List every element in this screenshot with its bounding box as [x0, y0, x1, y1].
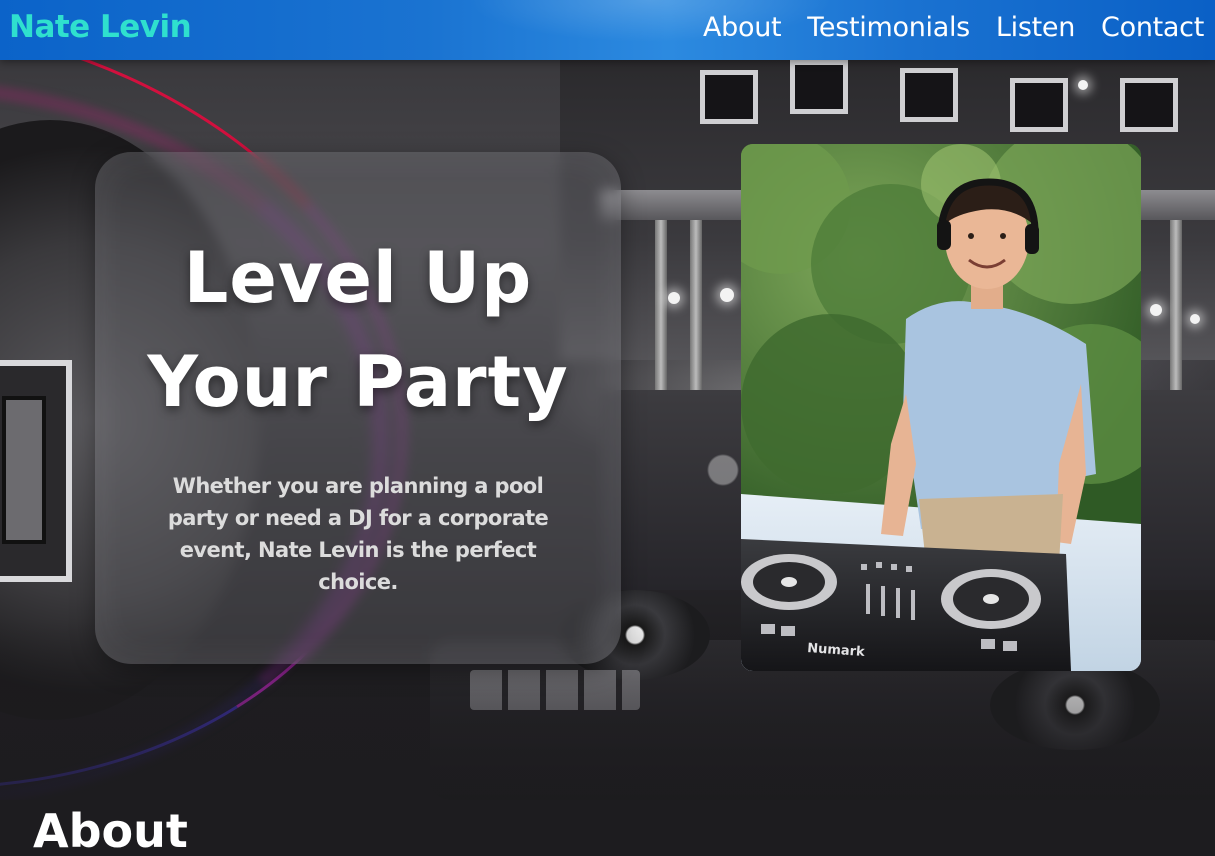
background-pillar [1170, 220, 1182, 400]
background-window [1010, 78, 1068, 132]
hero-title-line-1: Level Up [183, 237, 533, 319]
hero-subtitle: Whether you are planning a pool party or… [167, 474, 549, 594]
about-heading: About [33, 804, 188, 856]
nav-link-about[interactable]: About [703, 12, 782, 43]
dj-photo-illustration: Numark [741, 144, 1141, 671]
background-window [900, 68, 958, 122]
background-light [1190, 314, 1200, 324]
dj-photo: Numark [741, 144, 1141, 671]
main-nav: About Testimonials Listen Contact [703, 12, 1204, 43]
background-pillar [655, 220, 667, 400]
nav-link-testimonials[interactable]: Testimonials [807, 12, 970, 43]
background-light [668, 292, 680, 304]
background-window [700, 70, 758, 124]
background-pillar [690, 220, 702, 400]
background-window [1120, 78, 1178, 132]
nav-link-contact[interactable]: Contact [1101, 12, 1204, 43]
background-light [1078, 80, 1088, 90]
page: Nate Levin About Testimonials Listen Con… [0, 0, 1215, 856]
hero-card: Level Up Your Party Whether you are plan… [95, 152, 621, 664]
background-window [790, 60, 848, 114]
background-light [720, 288, 734, 302]
nav-link-listen[interactable]: Listen [996, 12, 1075, 43]
hero-title-line-2: Your Party [147, 341, 569, 423]
site-header: Nate Levin About Testimonials Listen Con… [0, 0, 1215, 60]
background-light [1150, 304, 1162, 316]
hero-title: Level Up Your Party [95, 226, 621, 434]
logo-link[interactable]: Nate Levin [9, 9, 192, 45]
